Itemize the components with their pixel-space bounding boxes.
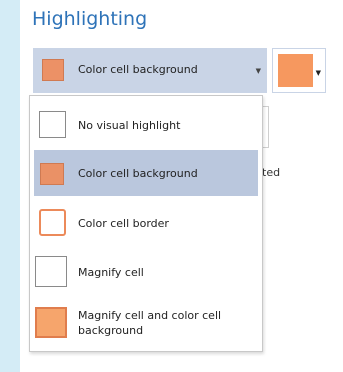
highlight-color-picker-button[interactable]: ▼	[272, 48, 326, 93]
section-title: Highlighting	[32, 8, 148, 30]
option-color-cell-background[interactable]: Color cell background	[34, 150, 258, 196]
orange-border-square-icon	[39, 209, 66, 236]
option-color-cell-border[interactable]: Color cell border	[34, 200, 258, 246]
option-magnify-cell[interactable]: Magnify cell	[34, 249, 258, 295]
highlight-mode-dropdown-list: No visual highlight Color cell backgroun…	[29, 95, 263, 352]
option-label: Color cell border	[78, 217, 169, 230]
large-empty-square-icon	[35, 256, 67, 287]
option-no-visual-highlight[interactable]: No visual highlight	[34, 102, 258, 148]
option-magnify-cell-and-color-background[interactable]: Magnify cell and color cell background	[34, 299, 258, 345]
background-control-edge	[262, 106, 269, 148]
color-swatch-icon	[278, 54, 313, 87]
option-label: No visual highlight	[78, 119, 181, 132]
highlight-mode-combobox[interactable]: Color cell background ▼	[33, 48, 267, 93]
orange-swatch-icon	[42, 59, 64, 81]
filled-orange-square-icon	[40, 163, 64, 185]
option-label: Color cell background	[78, 167, 198, 180]
chevron-down-icon: ▼	[315, 69, 321, 77]
large-orange-square-icon	[35, 307, 67, 338]
option-label: Magnify cell	[78, 266, 144, 279]
background-label-fragment: ted	[262, 166, 281, 179]
chevron-down-icon: ▼	[255, 67, 261, 75]
option-label: Magnify cell and color cell background	[78, 309, 222, 337]
combobox-selected-label: Color cell background	[78, 63, 198, 76]
empty-square-icon	[39, 111, 66, 138]
